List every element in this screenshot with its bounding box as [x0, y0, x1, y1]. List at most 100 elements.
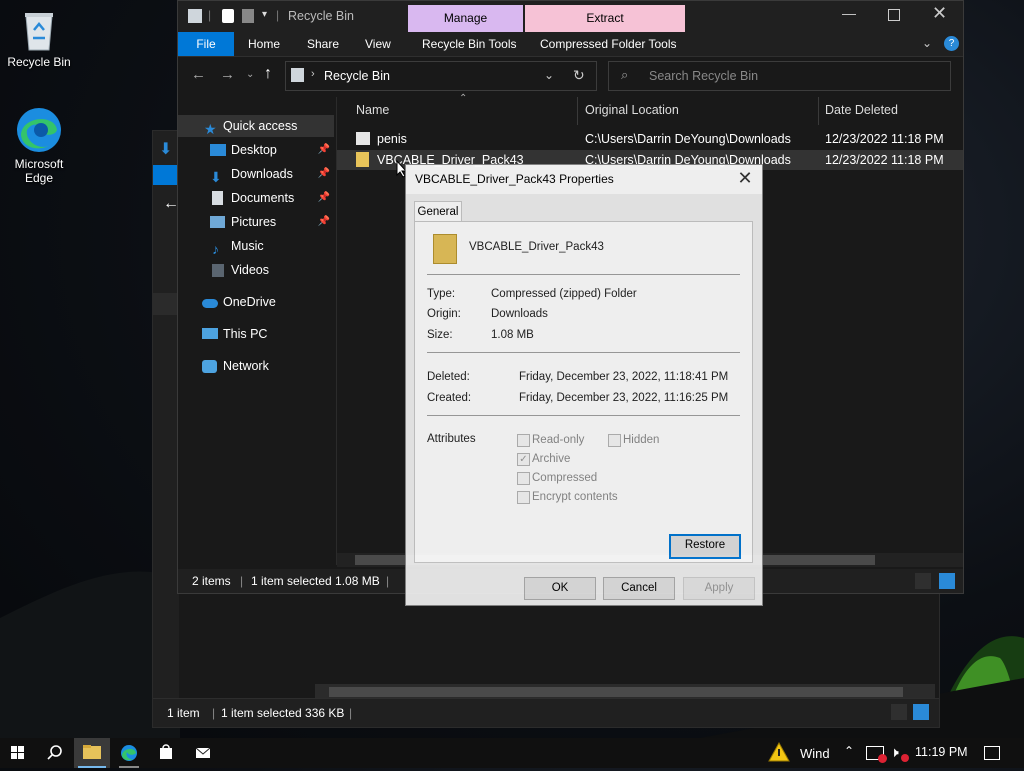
read-only-checkbox[interactable] — [517, 434, 530, 447]
nav-music[interactable]: ♪ Music — [178, 235, 334, 257]
search-button[interactable] — [37, 738, 73, 768]
start-button[interactable] — [0, 738, 36, 768]
tab-view[interactable]: View — [355, 32, 401, 56]
restore-button[interactable]: Restore — [669, 534, 741, 559]
address-bar[interactable]: › Recycle Bin ⌄ ↻ — [285, 61, 597, 91]
details-view-icon[interactable] — [915, 573, 931, 589]
tab-recycle-bin-tools[interactable]: Recycle Bin Tools — [412, 32, 527, 56]
cancel-button[interactable]: Cancel — [603, 577, 675, 600]
nav-documents[interactable]: Documents 📌 — [178, 187, 334, 209]
back-window-file-tab[interactable] — [153, 165, 179, 185]
dialog-title: VBCABLE_Driver_Pack43 Properties — [415, 172, 614, 186]
forward-arrow-icon[interactable]: → — [220, 66, 235, 83]
customize-qat-icon[interactable]: ▾ — [262, 9, 267, 20]
nav-desktop[interactable]: Desktop 📌 — [178, 139, 334, 161]
apply-button[interactable]: Apply — [683, 577, 755, 600]
folder-icon — [83, 745, 101, 759]
search-placeholder[interactable]: Search Recycle Bin — [649, 69, 758, 83]
divider — [427, 274, 740, 275]
pin-icon[interactable]: 📌 — [318, 139, 330, 161]
address-dropdown-icon[interactable]: ⌄ — [544, 68, 554, 82]
nav-onedrive[interactable]: OneDrive — [178, 291, 334, 313]
nav-quick-access[interactable]: ★ Quick access — [178, 115, 334, 137]
encrypt-checkbox[interactable] — [517, 491, 530, 504]
new-folder-quick-icon[interactable] — [242, 9, 254, 23]
tab-general[interactable]: General — [414, 201, 462, 222]
back-arrow-icon[interactable]: ← — [191, 66, 206, 83]
recent-locations-icon[interactable]: ⌄ — [246, 69, 254, 80]
nav-this-pc[interactable]: This PC — [178, 323, 334, 345]
nav-pictures[interactable]: Pictures 📌 — [178, 211, 334, 233]
up-arrow-icon[interactable]: ↑ — [264, 65, 272, 83]
warning-icon[interactable] — [768, 741, 790, 762]
cloud-icon — [202, 299, 218, 308]
hidden-checkbox[interactable] — [608, 434, 621, 447]
ok-button[interactable]: OK — [524, 577, 596, 600]
taskbar-mail[interactable] — [185, 738, 221, 768]
nav-label: Pictures — [231, 215, 277, 229]
taskbar-edge[interactable] — [111, 738, 147, 768]
tiles-view-icon[interactable] — [913, 704, 929, 720]
taskbar-file-explorer[interactable] — [74, 738, 110, 768]
table-row[interactable]: penis C:\Users\Darrin DeYoung\Downloads … — [337, 129, 963, 149]
column-header-original-location[interactable]: Original Location — [585, 103, 679, 117]
nav-videos[interactable]: Videos — [178, 259, 334, 281]
maximize-icon[interactable] — [888, 9, 900, 21]
notification-text[interactable]: Wind — [800, 746, 830, 761]
column-separator[interactable] — [818, 97, 819, 125]
help-icon[interactable]: ? — [944, 36, 959, 51]
origin-label: Origin: — [427, 308, 461, 320]
column-separator[interactable] — [577, 97, 578, 125]
dialog-title-bar[interactable]: VBCABLE_Driver_Pack43 Properties ✕ — [406, 165, 762, 194]
properties-quick-icon[interactable] — [222, 9, 234, 23]
tiles-view-icon[interactable] — [939, 573, 955, 589]
file-location: C:\Users\Darrin DeYoung\Downloads — [585, 132, 791, 146]
desktop-edge[interactable]: Microsoft Edge — [1, 106, 77, 185]
taskbar-store[interactable] — [148, 738, 184, 768]
clock-time[interactable]: 11:19 PM — [915, 745, 968, 759]
address-location[interactable]: Recycle Bin — [324, 69, 390, 83]
manage-context-tab[interactable]: Manage — [408, 5, 523, 32]
nav-label: Downloads — [231, 167, 293, 181]
column-header-date-deleted[interactable]: Date Deleted — [825, 103, 898, 117]
action-center-icon[interactable] — [984, 746, 1000, 760]
tab-home[interactable]: Home — [238, 32, 290, 56]
network-error-badge — [878, 754, 887, 763]
status-separator: | — [240, 574, 244, 588]
pin-icon[interactable]: 📌 — [318, 163, 330, 185]
search-box[interactable]: ⌕ Search Recycle Bin — [608, 61, 951, 91]
desktop-icon-label: Recycle Bin — [7, 55, 71, 69]
compressed-checkbox[interactable] — [517, 472, 530, 485]
properties-dialog[interactable]: VBCABLE_Driver_Pack43 Properties ✕ Gener… — [405, 164, 763, 606]
chevron-down-icon[interactable]: ⌄ — [922, 36, 932, 50]
tab-share[interactable]: Share — [297, 32, 349, 56]
dialog-file-name: VBCABLE_Driver_Pack43 — [469, 241, 604, 253]
extract-context-tab[interactable]: Extract — [525, 5, 685, 32]
recycle-bin-small-icon — [291, 68, 304, 82]
nav-network[interactable]: Network — [178, 355, 334, 377]
close-icon[interactable]: ✕ — [932, 3, 947, 24]
pin-icon[interactable]: 📌 — [318, 187, 330, 209]
nav-label: Network — [223, 359, 269, 373]
tab-file[interactable]: File — [178, 32, 234, 56]
refresh-icon[interactable]: ↻ — [573, 67, 585, 84]
pin-icon[interactable]: 📌 — [318, 211, 330, 233]
minimize-icon[interactable]: — — [842, 5, 856, 21]
column-header-name[interactable]: Name — [356, 103, 389, 117]
details-view-icon[interactable] — [891, 704, 907, 720]
title-bar[interactable]: | ▾ | Recycle Bin Manage Extract — ✕ — [178, 1, 963, 32]
nav-downloads[interactable]: ⬇ Downloads 📌 — [178, 163, 334, 185]
origin-value: Downloads — [491, 308, 548, 320]
downloads-icon: ⬇ — [210, 169, 222, 185]
chevron-up-icon[interactable]: ⌃ — [844, 744, 854, 758]
tab-compressed-folder-tools[interactable]: Compressed Folder Tools — [530, 32, 687, 56]
status-separator: | — [349, 706, 353, 720]
dialog-close-icon[interactable]: ✕ — [734, 168, 756, 189]
separator: | — [276, 8, 280, 22]
archive-checkbox[interactable]: ✓ — [517, 453, 530, 466]
desktop-recycle-bin[interactable]: Recycle Bin — [1, 8, 77, 69]
nav-label: Music — [231, 239, 264, 253]
scrollbar-thumb[interactable] — [329, 687, 903, 697]
compressed-label: Compressed — [532, 472, 598, 484]
volume-icon[interactable]: 🕨 — [890, 744, 899, 761]
